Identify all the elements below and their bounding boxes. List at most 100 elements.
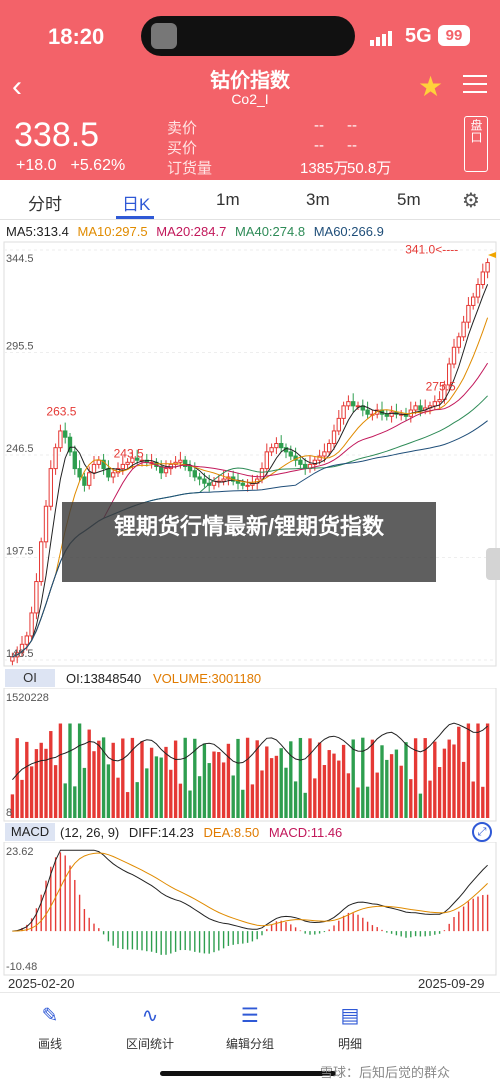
candle-body xyxy=(39,541,44,583)
range-stats-button[interactable]: ∿ 区间统计 xyxy=(110,1003,190,1052)
tab-timeshare[interactable]: 分时 xyxy=(28,190,62,215)
volume-bar xyxy=(332,753,336,818)
menu-icon[interactable] xyxy=(463,75,487,99)
macd-tag[interactable]: MACD xyxy=(5,823,55,841)
period-tabs: 分时 日K 1m 3m 5m ⚙ xyxy=(0,180,500,220)
candle-body xyxy=(77,468,82,478)
candle-body xyxy=(58,430,63,449)
candle-body xyxy=(82,476,87,486)
volume-frame xyxy=(3,688,497,822)
ask-label: 卖价 xyxy=(167,120,198,137)
volume-bar xyxy=(308,738,312,818)
volume-bar xyxy=(226,743,231,818)
candle-body xyxy=(192,470,197,478)
volume-bar xyxy=(404,742,408,818)
volume-bar xyxy=(389,754,394,818)
volume-bar xyxy=(197,776,202,818)
candle-body xyxy=(106,468,111,478)
order-volume-size: 50.8万 xyxy=(347,160,392,177)
document-icon: ▤ xyxy=(340,1005,360,1027)
candle-body xyxy=(245,484,250,487)
volume-bar xyxy=(442,748,447,818)
volume-bar xyxy=(154,756,159,818)
y-tick-label: 246.5 xyxy=(6,443,34,455)
volume-bar xyxy=(149,747,154,818)
favorite-star-icon[interactable]: ★ xyxy=(418,70,443,103)
ma40-label: MA40:274.8 xyxy=(234,224,306,239)
home-indicator xyxy=(160,1071,336,1076)
candle-body xyxy=(96,459,101,465)
volume-bar xyxy=(433,741,437,818)
volume-bar xyxy=(68,723,72,818)
status-time: 18:20 xyxy=(48,24,105,49)
ma60-label: MA60:266.9 xyxy=(313,224,384,239)
volume-bar xyxy=(370,739,375,818)
volume-bar xyxy=(399,765,403,818)
candle-body xyxy=(91,463,97,474)
volume-chart[interactable]: 1520228 8 xyxy=(0,688,500,822)
macd-chart[interactable]: 23.62 -10.48 xyxy=(0,842,500,976)
volume-bar xyxy=(284,767,288,818)
tab-1m[interactable]: 1m xyxy=(216,190,240,210)
volume-bar xyxy=(173,740,178,818)
range-stats-label: 区间统计 xyxy=(125,1037,174,1051)
volume-bar xyxy=(221,762,226,818)
volume-bar xyxy=(303,792,307,818)
volume-bar xyxy=(481,786,485,818)
tab-5m[interactable]: 5m xyxy=(397,190,421,210)
ma5-label: MA5:313.4 xyxy=(6,224,69,239)
side-drawer-handle[interactable] xyxy=(486,548,500,580)
edit-group-button[interactable]: ☰ 编辑分组 xyxy=(210,1003,290,1052)
candle-body xyxy=(24,635,29,645)
expand-icon[interactable]: ⤢ xyxy=(472,822,492,842)
candle-body xyxy=(389,411,394,417)
tab-3m[interactable]: 3m xyxy=(306,190,330,210)
ma20-label: MA20:284.7 xyxy=(156,224,227,239)
volume-bar xyxy=(409,779,413,818)
draw-line-button[interactable]: ✎ 画线 xyxy=(10,1003,90,1052)
candle-body xyxy=(365,409,370,415)
candle-body xyxy=(475,284,481,298)
volume-bar xyxy=(207,763,211,818)
candle-body xyxy=(384,413,389,417)
volume-bar xyxy=(269,758,274,818)
current-price-marker xyxy=(488,252,496,258)
volume-bar xyxy=(298,737,303,818)
tab-daily-k[interactable]: 日K xyxy=(122,190,150,215)
price-annotation: 341.0<---- xyxy=(405,242,458,256)
candle-body xyxy=(187,466,193,472)
quote-header: ‹ 钴价指数 Co2_I ★ 338.5 +18.0 +5.62% 卖价 买价 订… xyxy=(0,60,500,180)
volume-bar xyxy=(188,790,192,818)
macd-diff: DIFF:14.23 xyxy=(128,825,194,840)
pankou-button[interactable]: 盘口 xyxy=(464,116,488,172)
volume-bar xyxy=(260,770,264,818)
macd-params: (12, 26, 9) xyxy=(60,825,120,840)
oi-tag[interactable]: OI xyxy=(5,669,55,687)
candle-body xyxy=(331,430,337,444)
candle-body xyxy=(274,442,279,449)
volume-bar xyxy=(356,787,360,818)
volume-bar xyxy=(447,739,451,818)
candle-body xyxy=(288,451,293,457)
gear-icon[interactable]: ⚙ xyxy=(462,188,480,213)
candle-body xyxy=(456,336,461,348)
y-tick-label: 344.5 xyxy=(6,253,34,265)
kline-chart[interactable]: 344.5 295.5 246.5 197.5 148.5 263.5 243.5 275.… xyxy=(0,240,500,668)
volume-bar xyxy=(365,786,370,818)
chart-stats-icon: ∿ xyxy=(141,1005,159,1027)
details-button[interactable]: ▤ 明细 xyxy=(310,1003,390,1052)
volume-bar xyxy=(394,749,399,818)
volume-axis-bottom: 8 xyxy=(6,807,12,819)
candle-body xyxy=(53,447,58,470)
volume-bar xyxy=(25,741,29,818)
volume-bar xyxy=(466,723,471,818)
volume-axis-top: 1520228 xyxy=(6,692,49,704)
order-volume-value: 1385万 xyxy=(300,160,349,177)
candle-body xyxy=(120,463,125,470)
price-annotation: 275.5 xyxy=(426,379,456,393)
candle-body xyxy=(163,468,169,474)
volume-bar xyxy=(380,745,384,818)
price-change: +18.0 +5.62% xyxy=(16,157,139,175)
edit-group-label: 编辑分组 xyxy=(225,1037,274,1051)
candle-body xyxy=(432,401,437,407)
